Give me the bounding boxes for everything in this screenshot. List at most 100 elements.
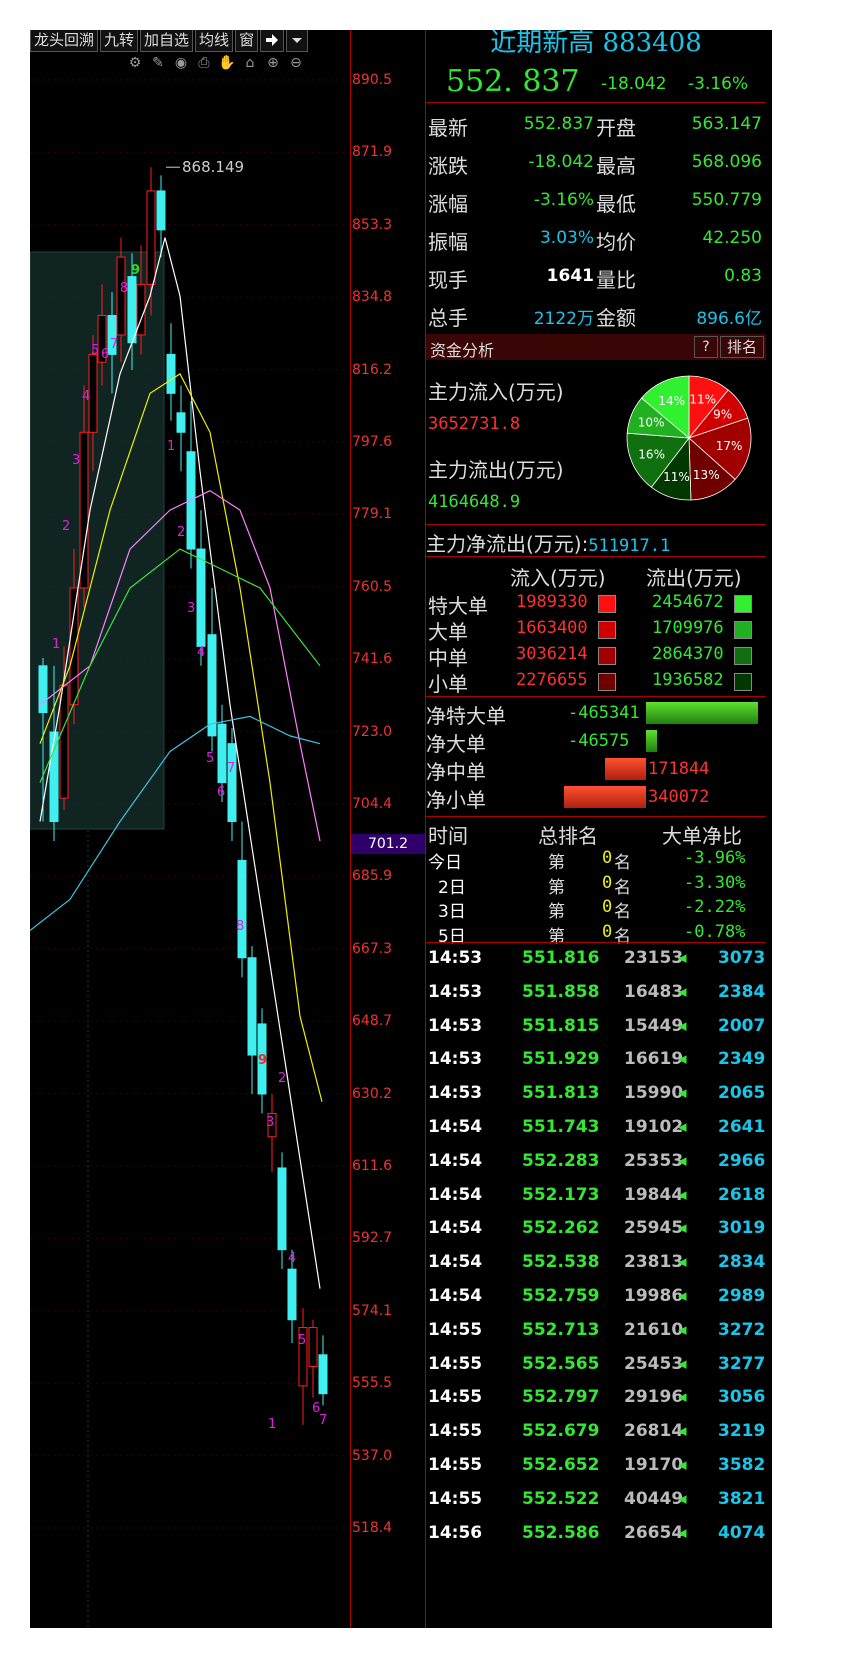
tick-row[interactable]: 14:55 552.522 40449 ◂ 3821 — [426, 1489, 766, 1522]
net-flow-bar — [646, 702, 758, 724]
tick-price: 552.283 — [522, 1150, 600, 1171]
candle-body[interactable] — [146, 190, 156, 285]
main-net-outflow: 主力净流出(万元):511917.1 — [426, 528, 670, 557]
toolbar-dragon-backtrack-button[interactable]: 龙头回溯 — [30, 30, 99, 52]
tick-row[interactable]: 14:55 552.679 26814 ◂ 3219 — [426, 1421, 766, 1454]
tick-price: 551.816 — [522, 948, 600, 968]
toolbar-window-button[interactable]: 窗 — [235, 30, 259, 52]
chart-toolbar: 龙头回溯 九转 加自选 均线 窗 — [30, 30, 350, 52]
tick-volume: 19102 — [624, 1117, 684, 1137]
toolbar-ma-button[interactable]: 均线 — [195, 30, 234, 52]
toolbar-nine-turn-button[interactable]: 九转 — [100, 30, 139, 52]
tick-row[interactable]: 14:54 551.743 19102 ◂ 2641 — [426, 1117, 766, 1150]
pie-slice-label: 11% — [689, 392, 716, 406]
y-axis-line — [350, 30, 351, 1628]
index-title: 近期新高 883408 — [490, 30, 702, 58]
sell-arrow-icon: ◂ — [678, 1387, 687, 1408]
candle-body[interactable] — [49, 731, 59, 823]
ranking-number: 0 — [602, 848, 613, 868]
tick-row[interactable]: 14:55 552.797 29196 ◂ 3056 — [426, 1387, 766, 1420]
quote-value: 550.779 — [691, 190, 762, 210]
kline-chart[interactable]: 868.149 1 2 3 4 5 6 7 8 9 1 2 3 4 5 6 7 8 9 1 2 3 4 5 6 7 890.5 87… — [30, 30, 425, 1628]
candle-body[interactable] — [59, 684, 69, 799]
candle-body[interactable] — [277, 1167, 287, 1251]
tick-row[interactable]: 14:54 552.283 25353 ◂ 2966 — [426, 1151, 766, 1184]
candle-body[interactable] — [318, 1354, 328, 1395]
zoom-in-icon[interactable]: ⊕ — [264, 54, 282, 72]
candle-body[interactable] — [176, 412, 186, 433]
tick-row[interactable]: 14:54 552.538 23813 ◂ 2834 — [426, 1252, 766, 1285]
tick-row[interactable]: 14:53 551.815 15449 ◂ 2007 — [426, 1016, 766, 1049]
nine-turn-down-label: 5 — [206, 751, 214, 766]
price-change: -18.042 — [601, 74, 667, 94]
tick-row[interactable]: 14:55 552.652 19170 ◂ 3582 — [426, 1455, 766, 1488]
ranking-rank-header: 总排名 — [538, 824, 598, 848]
candle-body[interactable] — [237, 859, 247, 959]
y-axis-tick-label: 853.3 — [352, 216, 393, 233]
tick-count: 3821 — [718, 1488, 766, 1509]
tick-row[interactable]: 14:54 552.262 25945 ◂ 3019 — [426, 1218, 766, 1251]
tick-count: 2966 — [718, 1150, 766, 1171]
tick-volume: 16483 — [624, 981, 684, 1002]
pencil-icon[interactable]: ✎ — [149, 54, 167, 72]
net-flow-value: -465341 — [568, 703, 640, 723]
pie-slice-label: 9% — [713, 408, 732, 422]
nine-turn-up-label: 5 — [91, 343, 99, 358]
sell-arrow-icon: ◂ — [678, 1252, 687, 1273]
quote-value: -18.042 — [528, 152, 594, 172]
lock-icon[interactable]: ⌂ — [241, 54, 259, 72]
tick-count: 4074 — [718, 1522, 766, 1543]
nine-turn-down-label: 1 — [167, 439, 175, 454]
candle-body[interactable] — [69, 587, 79, 706]
nine-turn-down-label: 4 — [288, 1251, 296, 1266]
candle-body[interactable] — [196, 548, 206, 647]
y-axis-tick-label: 537.0 — [352, 1447, 393, 1464]
help-button[interactable]: ? — [694, 336, 718, 358]
candle-body[interactable] — [166, 353, 176, 394]
tick-row[interactable]: 14:55 552.713 21610 ◂ 3272 — [426, 1320, 766, 1353]
candle-body[interactable] — [38, 665, 48, 714]
y-axis-tick-label: 741.6 — [352, 651, 393, 668]
candle-body[interactable] — [308, 1327, 318, 1367]
nine-turn-down-label: 2 — [278, 1071, 286, 1086]
rank-button[interactable]: 排名 — [720, 336, 764, 358]
price-change-pct: -3.16% — [688, 74, 749, 94]
tick-time: 14:54 — [428, 1252, 483, 1273]
tick-price: 552.565 — [522, 1353, 600, 1374]
tick-row[interactable]: 14:54 552.759 19986 ◂ 2989 — [426, 1286, 766, 1319]
toolbar-add-watchlist-button[interactable]: 加自选 — [140, 30, 194, 52]
ranking-ratio-header: 大单净比 — [662, 824, 742, 848]
candle-body[interactable] — [247, 957, 257, 1056]
candle-body[interactable] — [127, 276, 137, 344]
tick-row[interactable]: 14:53 551.813 15990 ◂ 2065 — [426, 1083, 766, 1116]
nine-turn-down-label: 4 — [197, 645, 205, 660]
tick-price: 551.815 — [522, 1015, 600, 1036]
tick-time: 14:55 — [428, 1319, 483, 1340]
zoom-out-icon[interactable]: ⊖ — [287, 54, 305, 72]
candle-body[interactable] — [227, 743, 237, 823]
tick-row[interactable]: 14:56 552.586 26654 ◂ 4074 — [426, 1523, 766, 1556]
candle-body[interactable] — [156, 190, 166, 231]
inflow-color-swatch — [598, 595, 616, 613]
eye-icon[interactable]: ◉ — [172, 54, 190, 72]
exit-arrow-icon[interactable] — [260, 30, 285, 52]
tick-row[interactable]: 14:55 552.565 25453 ◂ 3277 — [426, 1354, 766, 1387]
y-axis-tick-label: 648.7 — [352, 1013, 393, 1030]
tick-row[interactable]: 14:53 551.816 23153 ◂ 3073 — [426, 948, 766, 981]
tick-row[interactable]: 14:53 551.858 16483 ◂ 2384 — [426, 982, 766, 1015]
tick-volume: 15990 — [624, 1083, 684, 1104]
ranking-period: 3日 — [438, 902, 466, 922]
candle-body[interactable] — [217, 723, 227, 784]
printer-icon[interactable]: ⎙ — [195, 54, 213, 72]
candle-body[interactable] — [287, 1268, 297, 1321]
candle-body[interactable] — [116, 256, 126, 336]
net-flow-value: 171844 — [648, 759, 710, 779]
order-inflow-value: 1989330 — [516, 592, 588, 612]
settings-icon[interactable]: ⚙ — [126, 54, 144, 72]
tick-volume: 15449 — [624, 1015, 684, 1036]
tick-row[interactable]: 14:54 552.173 19844 ◂ 2618 — [426, 1185, 766, 1218]
chevron-down-icon[interactable] — [286, 30, 309, 52]
hand-icon[interactable]: ✋ — [218, 54, 236, 72]
tick-row[interactable]: 14:53 551.929 16619 ◂ 2349 — [426, 1049, 766, 1082]
candle-body[interactable] — [207, 634, 217, 737]
